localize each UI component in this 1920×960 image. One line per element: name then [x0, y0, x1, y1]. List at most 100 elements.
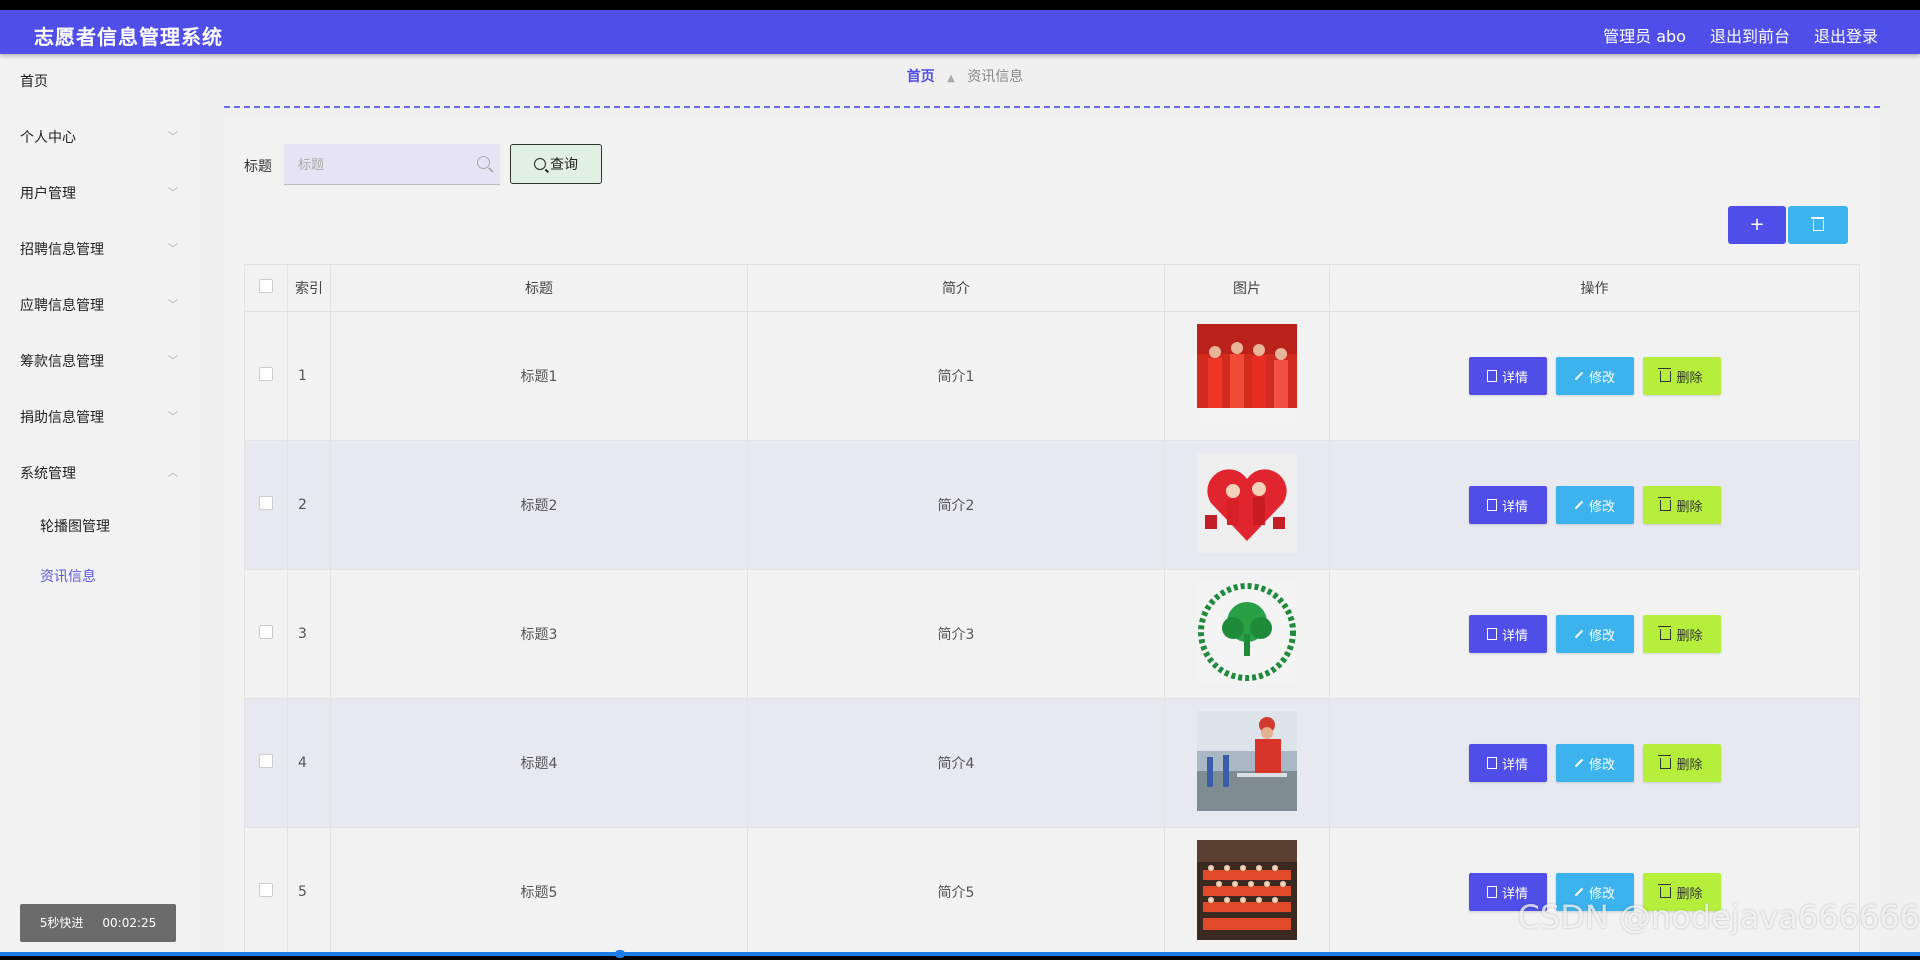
- query-button[interactable]: 查询: [510, 144, 602, 184]
- delete-label: 删除: [1676, 370, 1703, 386]
- row-index: 1: [287, 311, 331, 441]
- delete-label: 删除: [1676, 499, 1703, 515]
- trash-icon: [1658, 367, 1672, 382]
- sidebar-item-application[interactable]: 应聘信息管理 ﹀: [0, 278, 200, 334]
- detail-button[interactable]: 详情: [1468, 615, 1547, 653]
- chevron-down-icon: ﹀: [168, 188, 178, 199]
- table-header-row: 索引 标题 简介 图片 操作: [244, 264, 1860, 312]
- edit-button[interactable]: 修改: [1555, 744, 1634, 782]
- admin-user-label[interactable]: 管理员 abo: [1603, 23, 1686, 47]
- edit-button[interactable]: 修改: [1555, 615, 1634, 653]
- sidebar-item-recruitment[interactable]: 招聘信息管理 ﹀: [0, 222, 200, 278]
- document-icon: [1486, 370, 1497, 382]
- news-image-volunteer-cleaning[interactable]: [1197, 711, 1297, 811]
- row-index: 5: [287, 827, 331, 952]
- row-checkbox[interactable]: [259, 496, 273, 510]
- trash-icon: [1658, 496, 1672, 511]
- sidebar-subitem-news[interactable]: 资讯信息: [0, 552, 200, 602]
- row-select-cell: [244, 827, 288, 952]
- row-actions: 详情 修改 删除: [1329, 698, 1860, 828]
- playback-time: 00:02:25: [102, 916, 157, 930]
- search-input[interactable]: [284, 144, 470, 186]
- sidebar-item-label: 捐助信息管理: [20, 410, 104, 426]
- fast-forward-badge[interactable]: 5秒快进 00:02:25: [20, 904, 176, 942]
- delete-button[interactable]: 删除: [1642, 744, 1721, 782]
- table-row: 2 标题2 简介2 详情 修改 删除: [244, 440, 1860, 570]
- sidebar-item-system-management[interactable]: 系统管理 ︿: [0, 446, 200, 502]
- chevron-down-icon: ﹀: [168, 356, 178, 367]
- row-index: 3: [287, 569, 331, 699]
- row-intro: 简介2: [747, 440, 1165, 570]
- main-content: 首页 ▲ 资讯信息 标题 查询 + 索引 标题: [200, 54, 1920, 952]
- detail-button[interactable]: 详情: [1468, 744, 1547, 782]
- row-actions: 详情 修改 删除: [1329, 440, 1860, 570]
- row-checkbox[interactable]: [259, 367, 273, 381]
- select-all-checkbox[interactable]: [259, 279, 273, 293]
- row-checkbox[interactable]: [259, 625, 273, 639]
- news-image-group-photo[interactable]: [1197, 840, 1297, 940]
- row-checkbox[interactable]: [259, 754, 273, 768]
- bulk-delete-button[interactable]: [1788, 206, 1848, 244]
- sidebar-item-personal-center[interactable]: 个人中心 ﹀: [0, 110, 200, 166]
- sidebar-item-home[interactable]: 首页: [0, 54, 200, 110]
- detail-button[interactable]: 详情: [1468, 357, 1547, 395]
- row-image-cell: [1164, 440, 1330, 570]
- sidebar-item-label: 筹款信息管理: [20, 354, 104, 370]
- sidebar-item-label: 用户管理: [20, 186, 76, 202]
- row-image-cell: [1164, 698, 1330, 828]
- row-intro: 简介4: [747, 698, 1165, 828]
- news-table: 索引 标题 简介 图片 操作 1 标题1 简介1 详情 修改 删除 2 标题2 …: [244, 264, 1860, 952]
- row-intro: 简介1: [747, 311, 1165, 441]
- video-progress-bar[interactable]: [0, 952, 1920, 956]
- edit-button[interactable]: 修改: [1555, 486, 1634, 524]
- top-bar: 志愿者信息管理系统 管理员 abo 退出到前台 退出登录: [0, 10, 1920, 54]
- sidebar-item-donation[interactable]: 捐助信息管理 ﹀: [0, 390, 200, 446]
- sidebar-item-fundraising[interactable]: 筹款信息管理 ﹀: [0, 334, 200, 390]
- delete-button[interactable]: 删除: [1642, 486, 1721, 524]
- sidebar-item-user-management[interactable]: 用户管理 ﹀: [0, 166, 200, 222]
- row-image-cell: [1164, 311, 1330, 441]
- breadcrumb-home[interactable]: 首页: [907, 69, 935, 85]
- row-select-cell: [244, 440, 288, 570]
- detail-label: 详情: [1501, 628, 1528, 644]
- detail-button[interactable]: 详情: [1468, 486, 1547, 524]
- edit-label: 修改: [1588, 628, 1615, 644]
- edit-button[interactable]: 修改: [1555, 357, 1634, 395]
- delete-button[interactable]: 删除: [1642, 357, 1721, 395]
- table-row: 3 标题3 简介3 详情 修改 删除: [244, 569, 1860, 699]
- search-label: 标题: [244, 159, 272, 175]
- trash-icon: [1658, 625, 1672, 640]
- add-button[interactable]: +: [1728, 206, 1786, 244]
- breadcrumb-separator-icon: ▲: [947, 73, 955, 84]
- table-row: 4 标题4 简介4 详情 修改 删除: [244, 698, 1860, 828]
- news-image-green-tree-logo[interactable]: [1197, 582, 1297, 682]
- row-title: 标题1: [330, 311, 748, 441]
- select-all-cell: [244, 264, 288, 312]
- top-links: 管理员 abo 退出到前台 退出登录: [1603, 23, 1878, 47]
- video-progress-handle[interactable]: [615, 950, 625, 958]
- search-icon: [534, 158, 546, 170]
- row-select-cell: [244, 311, 288, 441]
- logout-link[interactable]: 退出登录: [1814, 23, 1878, 47]
- detail-label: 详情: [1501, 499, 1528, 515]
- exit-to-front-link[interactable]: 退出到前台: [1710, 23, 1790, 47]
- fast-forward-label: 5秒快进: [39, 916, 84, 930]
- row-checkbox[interactable]: [259, 883, 273, 897]
- chevron-down-icon: ﹀: [168, 244, 178, 255]
- delete-label: 删除: [1676, 757, 1703, 773]
- edit-icon: [1574, 500, 1584, 510]
- sidebar-subitem-carousel[interactable]: 轮播图管理: [0, 502, 200, 552]
- news-image-heart-volunteers[interactable]: [1197, 453, 1297, 553]
- chevron-up-icon: ︿: [168, 468, 178, 479]
- news-image-volunteers-red[interactable]: [1197, 324, 1297, 424]
- sidebar-item-label: 首页: [20, 74, 48, 90]
- watermark: CSDN @nodejava666666: [1517, 898, 1920, 936]
- column-header-index: 索引: [287, 264, 331, 312]
- document-icon: [1486, 628, 1497, 640]
- delete-button[interactable]: 删除: [1642, 615, 1721, 653]
- breadcrumb-current: 资讯信息: [967, 69, 1024, 85]
- breadcrumb: 首页 ▲ 资讯信息: [224, 54, 1880, 108]
- edit-icon: [1574, 629, 1584, 639]
- sidebar-item-label: 系统管理: [20, 466, 76, 482]
- row-actions: 详情 修改 删除: [1329, 311, 1860, 441]
